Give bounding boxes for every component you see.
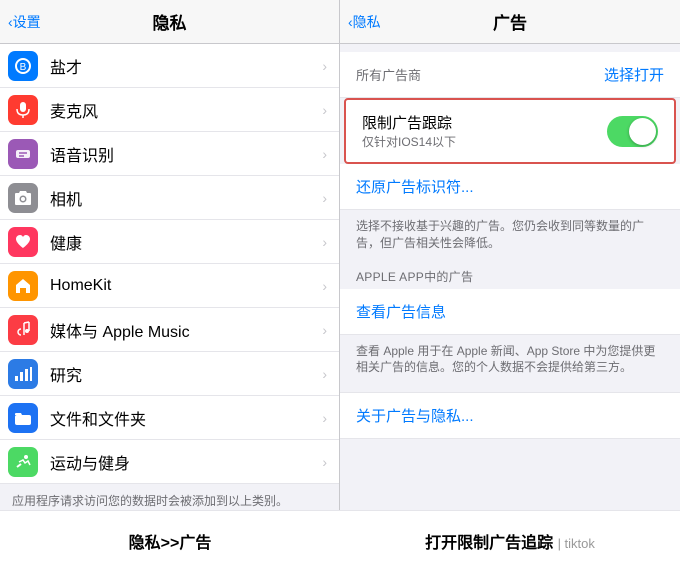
camera-label: 相机 bbox=[50, 186, 322, 210]
limit-ads-toggle[interactable] bbox=[607, 116, 658, 147]
microphone-icon bbox=[8, 95, 38, 125]
apple-section-label: APPLE APP中的广告 bbox=[340, 260, 680, 289]
view-info-label: 查看广告信息 bbox=[356, 304, 446, 321]
right-nav-bar: ‹ 隐私 广告 bbox=[340, 0, 680, 44]
health-label: 健康 bbox=[50, 230, 322, 254]
right-caption-source: | tiktok bbox=[558, 536, 595, 551]
files-chevron: › bbox=[322, 410, 327, 426]
fitness-label: 运动与健身 bbox=[50, 450, 322, 474]
all-ads-value: 选择打开 bbox=[604, 64, 664, 85]
desc1: 选择不接收基于兴趣的广告。您仍会收到同等数量的广告，但广告相关性会降低。 bbox=[340, 210, 680, 260]
right-caption: 打开限制广告追踪 | tiktok bbox=[340, 529, 680, 553]
left-settings-list: B 盐才 › 麦克风 › 语音识别 › bbox=[0, 44, 339, 510]
limit-ads-row[interactable]: 限制广告跟踪 仅针对IOS14以下 bbox=[344, 98, 676, 164]
desc2: 查看 Apple 用于在 Apple 新闻、App Store 中为您提供更相关… bbox=[340, 335, 680, 385]
restore-ads-link[interactable]: 还原广告标识符... bbox=[340, 164, 680, 210]
right-screen: ‹ 隐私 广告 所有广告商 选择打开 限制广告跟踪 仅针对IOS14以下 bbox=[340, 0, 680, 510]
captions: 隐私>>广告 打开限制广告追踪 | tiktok bbox=[0, 510, 680, 570]
health-icon bbox=[8, 227, 38, 257]
microphone-label: 麦克风 bbox=[50, 98, 322, 122]
all-ads-row: 所有广告商 选择打开 bbox=[340, 52, 680, 98]
toggle-knob bbox=[629, 118, 656, 145]
restore-label: 还原广告标识符... bbox=[356, 179, 474, 196]
wallet-chevron: › bbox=[322, 58, 327, 74]
health-chevron: › bbox=[322, 234, 327, 250]
research-chevron: › bbox=[322, 366, 327, 382]
list-item-speech[interactable]: 语音识别 › bbox=[0, 132, 339, 176]
list-item-wallet[interactable]: B 盐才 › bbox=[0, 44, 339, 88]
fitness-chevron: › bbox=[322, 454, 327, 470]
list-item-microphone[interactable]: 麦克风 › bbox=[0, 88, 339, 132]
wallet-label: 盐才 bbox=[50, 54, 322, 78]
list-item-camera[interactable]: 相机 › bbox=[0, 176, 339, 220]
music-chevron: › bbox=[322, 322, 327, 338]
microphone-chevron: › bbox=[322, 102, 327, 118]
left-screen: ‹ 设置 隐私 B 盐才 › 麦克风 › bbox=[0, 0, 340, 510]
homekit-icon bbox=[8, 271, 38, 301]
limit-sublabel: 仅针对IOS14以下 bbox=[362, 133, 599, 150]
speech-label: 语音识别 bbox=[50, 142, 322, 166]
about-label: 关于广告与隐私... bbox=[356, 408, 474, 425]
camera-chevron: › bbox=[322, 190, 327, 206]
left-nav-title: 隐私 bbox=[153, 9, 187, 34]
left-back-label: 设置 bbox=[13, 12, 41, 32]
research-label: 研究 bbox=[50, 362, 322, 386]
files-label: 文件和文件夹 bbox=[50, 406, 322, 430]
list-item-fitness[interactable]: 运动与健身 › bbox=[0, 440, 339, 484]
speech-chevron: › bbox=[322, 146, 327, 162]
svg-text:B: B bbox=[20, 62, 27, 73]
list-item-research[interactable]: 研究 › bbox=[0, 352, 339, 396]
fitness-icon bbox=[8, 447, 38, 477]
camera-icon bbox=[8, 183, 38, 213]
speech-icon bbox=[8, 139, 38, 169]
list-item-music[interactable]: 媒体与 Apple Music › bbox=[0, 308, 339, 352]
wallet-icon: B bbox=[8, 51, 38, 81]
right-back-label: 隐私 bbox=[353, 12, 381, 32]
left-section-footer: 应用程序请求访问您的数据时会被添加到以上类别。 bbox=[0, 484, 339, 510]
homekit-chevron: › bbox=[322, 278, 327, 294]
left-caption: 隐私>>广告 bbox=[0, 529, 340, 553]
music-icon bbox=[8, 315, 38, 345]
all-ads-label: 所有广告商 bbox=[356, 65, 604, 84]
list-item-health[interactable]: 健康 › bbox=[0, 220, 339, 264]
left-nav-bar: ‹ 设置 隐私 bbox=[0, 0, 339, 44]
list-item-files[interactable]: 文件和文件夹 › bbox=[0, 396, 339, 440]
view-ads-info-link[interactable]: 查看广告信息 bbox=[340, 289, 680, 335]
limit-label: 限制广告跟踪 bbox=[362, 112, 599, 133]
about-ads-link[interactable]: 关于广告与隐私... bbox=[340, 393, 680, 439]
files-icon bbox=[8, 403, 38, 433]
homekit-label: HomeKit bbox=[50, 277, 322, 295]
music-label: 媒体与 Apple Music bbox=[50, 318, 322, 342]
list-item-homekit[interactable]: HomeKit › bbox=[0, 264, 339, 308]
research-icon bbox=[8, 359, 38, 389]
right-nav-title: 广告 bbox=[493, 9, 527, 34]
right-back-button[interactable]: ‹ 隐私 bbox=[348, 12, 381, 32]
left-back-button[interactable]: ‹ 设置 bbox=[8, 12, 41, 32]
